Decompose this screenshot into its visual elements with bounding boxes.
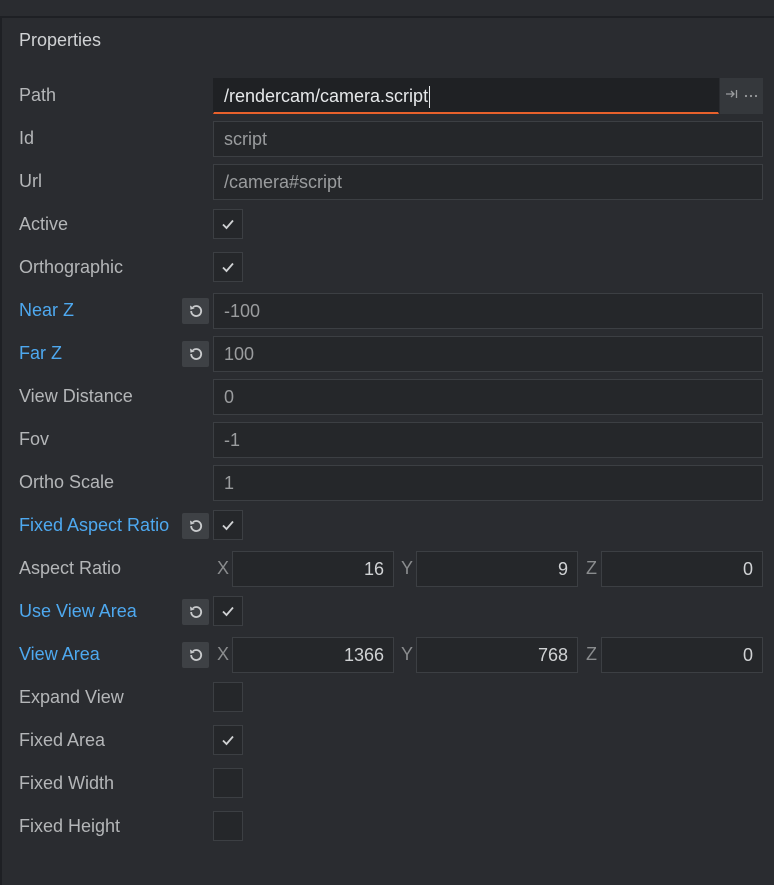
fixed-height-checkbox[interactable] <box>213 811 243 841</box>
row-orthographic: Orthographic <box>0 250 774 286</box>
row-id: Id script <box>0 121 774 157</box>
row-fixed-aspect-ratio: Fixed Aspect Ratio <box>0 508 774 544</box>
view-area-y-label: Y <box>401 644 414 664</box>
url-input[interactable]: /camera#script <box>213 164 763 200</box>
checkmark-icon <box>222 262 234 273</box>
row-url: Url /camera#script <box>0 164 774 200</box>
id-input[interactable]: script <box>213 121 763 157</box>
use-view-area-label: Use View Area <box>19 601 137 621</box>
row-fov: Fov -1 <box>0 422 774 458</box>
orthographic-label: Orthographic <box>19 257 124 277</box>
reset-icon <box>189 305 202 317</box>
row-view-distance: View Distance 0 <box>0 379 774 415</box>
view-distance-label: View Distance <box>19 386 133 406</box>
reset-icon <box>189 520 202 532</box>
aspect-ratio-x-input[interactable]: 16 <box>232 551 394 587</box>
row-fixed-height: Fixed Height <box>0 809 774 845</box>
fixed-aspect-ratio-label: Fixed Aspect Ratio <box>19 515 170 535</box>
fixed-height-label: Fixed Height <box>19 816 121 836</box>
row-far-z: Far Z 100 <box>0 336 774 372</box>
row-ortho-scale: Ortho Scale 1 <box>0 465 774 501</box>
ortho-scale-input[interactable]: 1 <box>213 465 763 501</box>
url-label: Url <box>19 171 42 191</box>
expand-view-label: Expand View <box>19 687 124 707</box>
text-caret <box>429 86 431 109</box>
row-path: Path /rendercam/camera.script <box>0 78 774 114</box>
fixed-width-checkbox[interactable] <box>213 768 243 798</box>
aspect-ratio-z-label: Z <box>586 558 597 578</box>
active-checkbox[interactable] <box>213 209 243 239</box>
path-value: /rendercam/camera.script <box>224 86 429 106</box>
view-area-z-input[interactable]: 0 <box>601 637 763 673</box>
active-label: Active <box>19 214 69 234</box>
fixed-aspect-ratio-checkbox[interactable] <box>213 510 243 540</box>
row-fixed-area: Fixed Area <box>0 723 774 759</box>
orthographic-checkbox[interactable] <box>213 252 243 282</box>
expand-view-checkbox[interactable] <box>213 682 243 712</box>
use-view-area-checkbox[interactable] <box>213 596 243 626</box>
near-z-label: Near Z <box>19 300 75 320</box>
row-active: Active <box>0 207 774 243</box>
reset-icon <box>189 606 202 618</box>
use-view-area-reset-button[interactable] <box>182 599 209 625</box>
view-area-y-input[interactable]: 768 <box>416 637 578 673</box>
reset-icon <box>189 348 202 360</box>
far-z-reset-button[interactable] <box>182 341 209 367</box>
fixed-width-label: Fixed Width <box>19 773 115 793</box>
row-use-view-area: Use View Area <box>0 594 774 630</box>
path-input[interactable]: /rendercam/camera.script <box>213 78 719 114</box>
row-view-area: View Area X 1366 Y 768 Z 0 <box>0 637 774 673</box>
jump-to-icon[interactable] <box>725 87 739 105</box>
checkmark-icon <box>222 520 234 531</box>
view-area-label: View Area <box>19 644 100 664</box>
aspect-ratio-z-input[interactable]: 0 <box>601 551 763 587</box>
view-area-x-input[interactable]: 1366 <box>232 637 394 673</box>
top-bar <box>0 0 774 18</box>
near-z-reset-button[interactable] <box>182 298 209 324</box>
aspect-ratio-y-input[interactable]: 9 <box>416 551 578 587</box>
aspect-ratio-y-label: Y <box>401 558 414 578</box>
path-buttons <box>720 78 763 114</box>
checkmark-icon <box>222 219 234 230</box>
view-distance-input[interactable]: 0 <box>213 379 763 415</box>
path-label: Path <box>19 85 57 105</box>
far-z-input[interactable]: 100 <box>213 336 763 372</box>
ellipsis-icon[interactable] <box>744 87 758 105</box>
view-area-z-label: Z <box>586 644 597 664</box>
fov-label: Fov <box>19 429 50 449</box>
fixed-aspect-ratio-reset-button[interactable] <box>182 513 209 539</box>
reset-icon <box>189 649 202 661</box>
aspect-ratio-label: Aspect Ratio <box>19 558 122 578</box>
checkmark-icon <box>222 735 234 746</box>
near-z-input[interactable]: -100 <box>213 293 763 329</box>
aspect-ratio-x-label: X <box>217 558 230 578</box>
ortho-scale-label: Ortho Scale <box>19 472 115 492</box>
row-near-z: Near Z -100 <box>0 293 774 329</box>
fixed-area-checkbox[interactable] <box>213 725 243 755</box>
panel-title: Properties <box>19 30 102 50</box>
view-area-reset-button[interactable] <box>182 642 209 668</box>
row-expand-view: Expand View <box>0 680 774 716</box>
id-label: Id <box>19 128 35 148</box>
checkmark-icon <box>222 606 234 617</box>
view-area-x-label: X <box>217 644 230 664</box>
fov-input[interactable]: -1 <box>213 422 763 458</box>
fixed-area-label: Fixed Area <box>19 730 106 750</box>
row-fixed-width: Fixed Width <box>0 766 774 802</box>
far-z-label: Far Z <box>19 343 62 363</box>
row-aspect-ratio: Aspect Ratio X 16 Y 9 Z 0 <box>0 551 774 587</box>
